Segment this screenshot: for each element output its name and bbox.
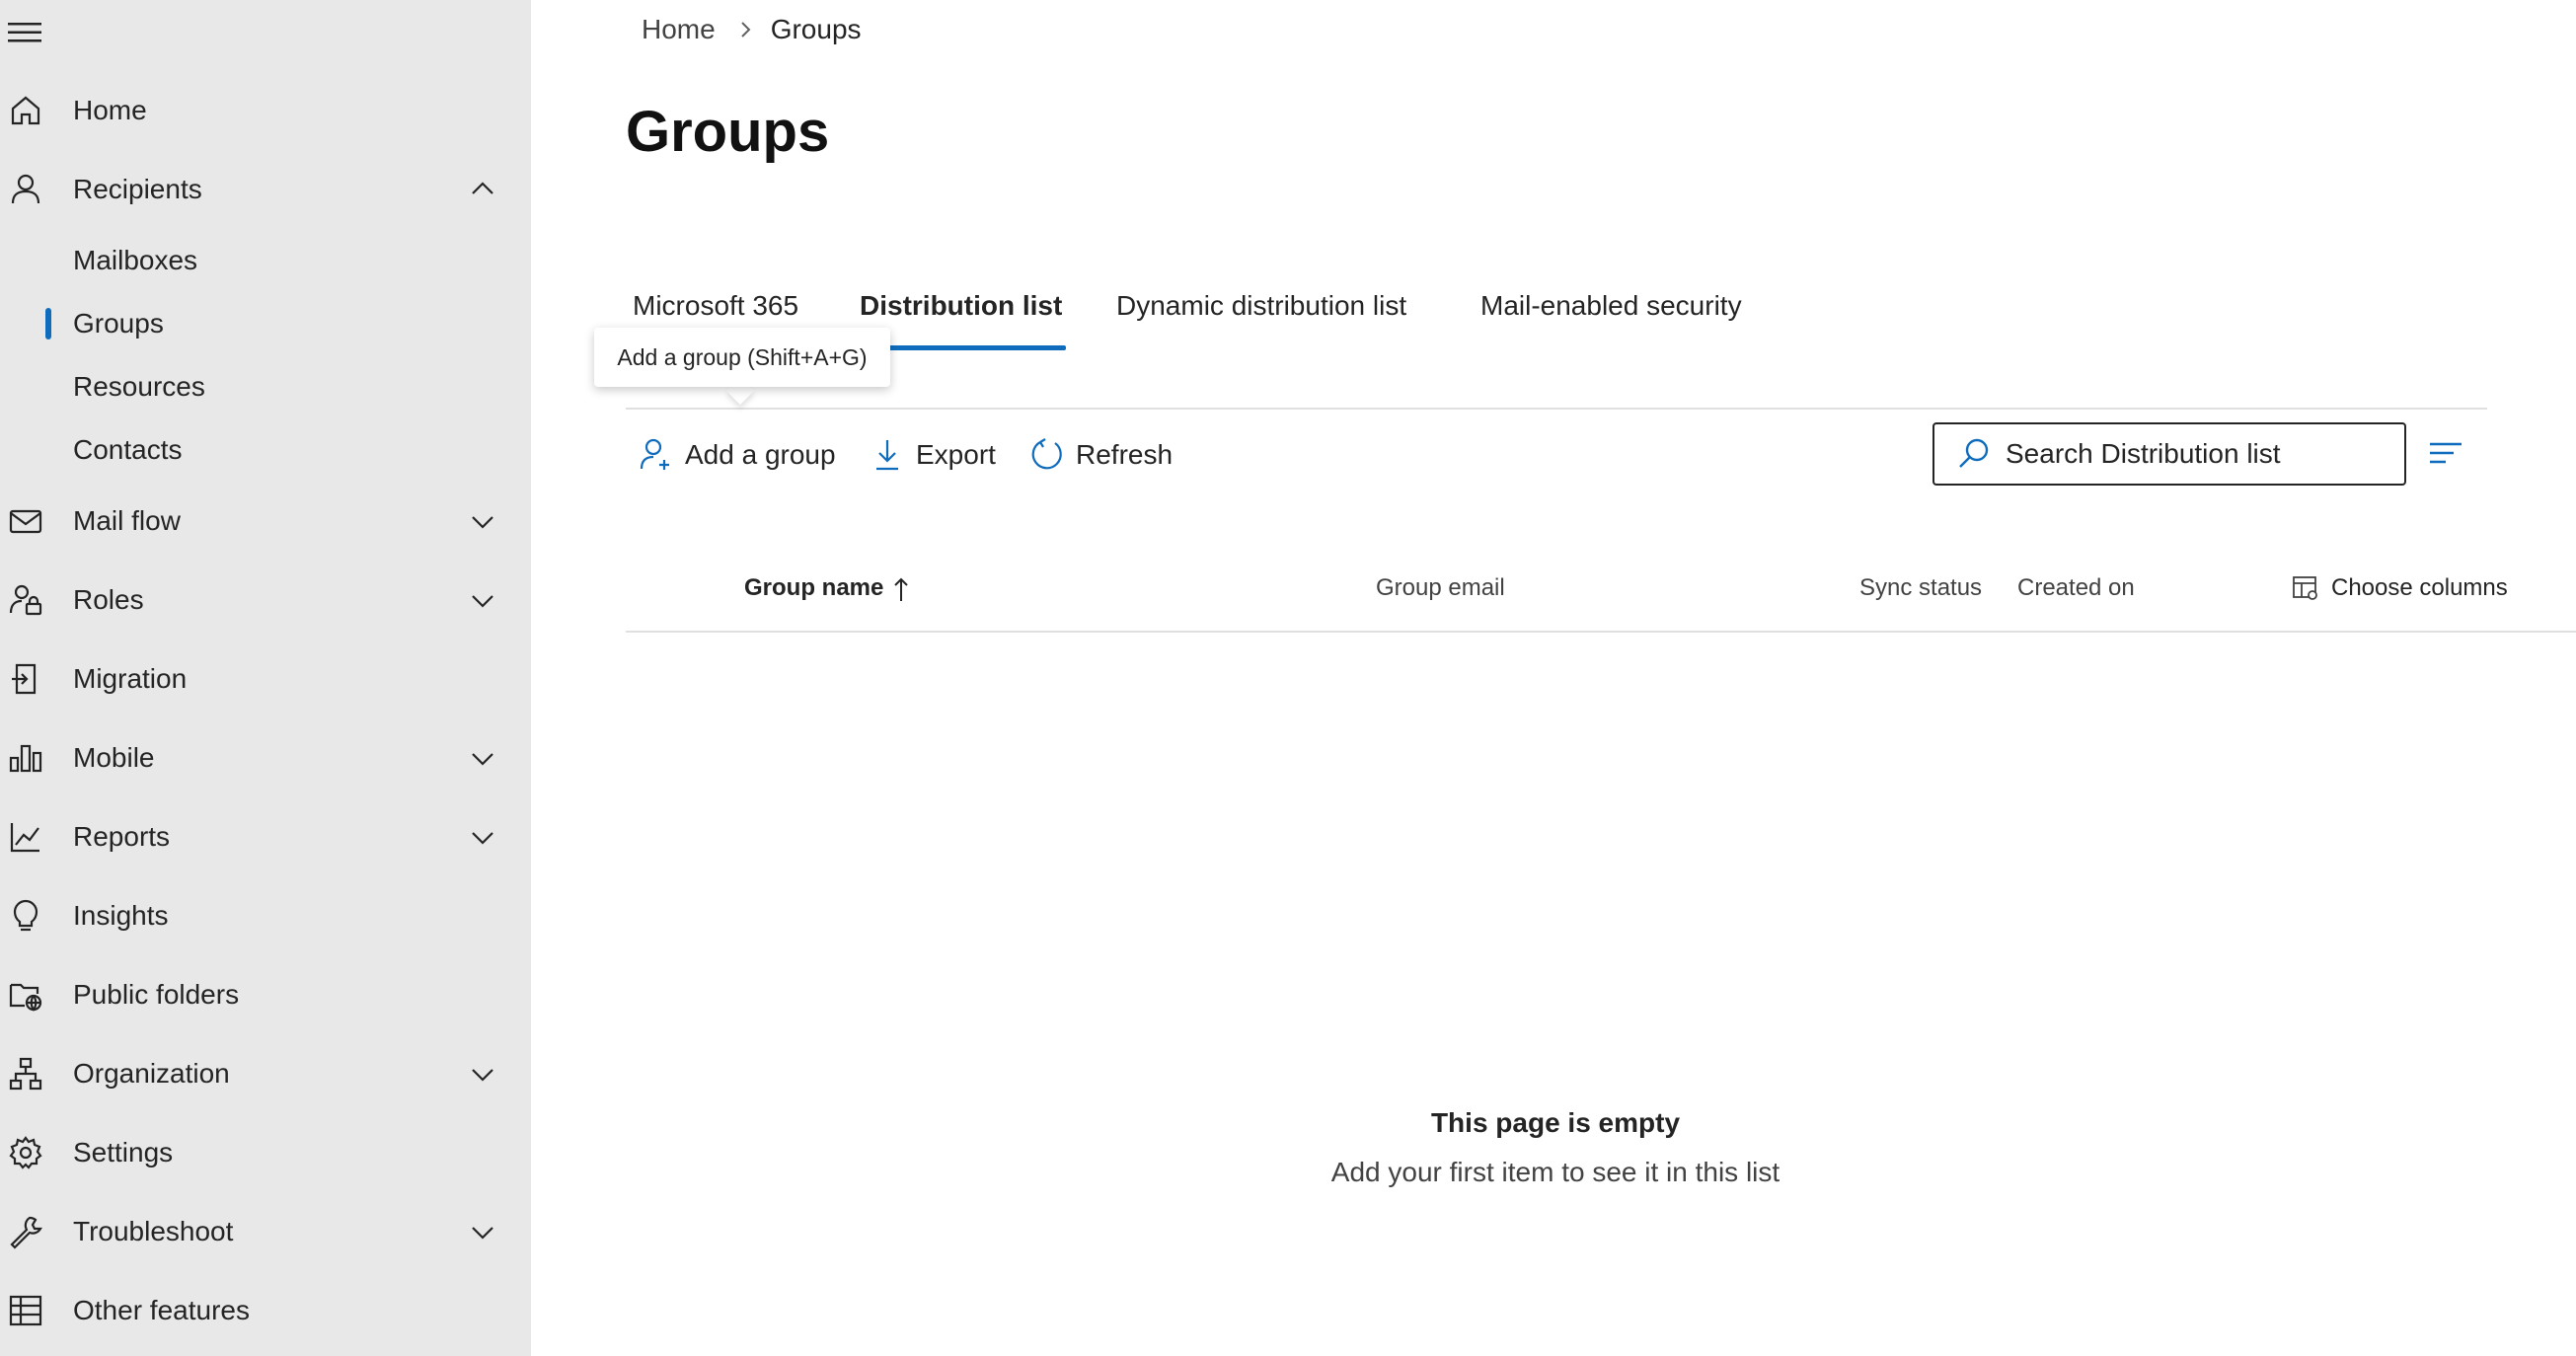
breadcrumb: Home Groups — [642, 14, 862, 45]
add-group-label: Add a group — [685, 439, 836, 470]
sidebar-item-label: Recipients — [73, 174, 202, 204]
grid-icon — [9, 1295, 42, 1326]
sidebar-item-label: Organization — [73, 1058, 230, 1089]
sort-ascending-icon — [894, 577, 909, 601]
mobile-icon — [9, 744, 42, 773]
filter-icon[interactable] — [2426, 434, 2465, 474]
sidebar-item-roles[interactable]: Roles — [0, 568, 531, 632]
column-header-label: Group name — [744, 574, 884, 601]
chevron-up-icon[interactable] — [468, 175, 497, 204]
selected-indicator — [45, 308, 51, 339]
command-bar-divider — [626, 408, 2487, 410]
sidebar-item-public-folders[interactable]: Public folders — [0, 963, 531, 1026]
sidebar-item-insights[interactable]: Insights — [0, 884, 531, 947]
mail-icon — [9, 509, 42, 534]
wrench-icon — [10, 1216, 42, 1249]
sidebar-item-settings[interactable]: Settings — [0, 1121, 531, 1184]
breadcrumb-current: Groups — [770, 14, 862, 44]
tab-mail-enabled-security[interactable]: Mail-enabled security — [1480, 286, 1742, 349]
search-icon — [1959, 438, 1989, 468]
sidebar-item-home[interactable]: Home — [0, 79, 531, 142]
hamburger-menu-icon[interactable] — [8, 18, 41, 47]
column-header-created-on[interactable]: Created on — [2017, 574, 2135, 602]
export-button[interactable]: Export — [869, 430, 996, 480]
sidebar-item-migration[interactable]: Migration — [0, 647, 531, 711]
person-icon — [11, 174, 40, 204]
migration-icon — [12, 663, 37, 695]
sidebar-item-label: Other features — [73, 1295, 250, 1325]
download-icon — [876, 440, 898, 471]
sidebar-subitem-resources[interactable]: Resources — [0, 359, 531, 414]
choose-columns-icon — [2293, 576, 2317, 600]
breadcrumb-home-link[interactable]: Home — [642, 14, 716, 45]
refresh-icon — [1031, 438, 1062, 470]
sidebar-item-label: Mobile — [73, 742, 155, 773]
search-box[interactable] — [1932, 422, 2406, 486]
public-folders-icon — [9, 983, 42, 1012]
search-input[interactable] — [2006, 438, 2381, 470]
sidebar-item-other-features[interactable]: Other features — [0, 1279, 531, 1342]
roles-icon — [9, 584, 42, 616]
sidebar-item-label: Troubleshoot — [73, 1216, 234, 1246]
add-person-icon — [640, 438, 669, 470]
sidebar: Home Recipients Mailboxes Groups Resourc… — [0, 0, 531, 1356]
sidebar-subitem-mailboxes[interactable]: Mailboxes — [0, 233, 531, 288]
lightbulb-icon — [13, 899, 38, 932]
page-title: Groups — [626, 100, 830, 164]
sidebar-item-label: Roles — [73, 584, 144, 615]
column-header-group-name[interactable]: Group name — [744, 574, 911, 603]
add-group-button[interactable]: Add a group — [638, 430, 836, 480]
sidebar-subitem-label: Contacts — [73, 434, 183, 465]
organization-icon — [9, 1057, 42, 1091]
sidebar-item-organization[interactable]: Organization — [0, 1042, 531, 1105]
sidebar-item-label: Reports — [73, 821, 171, 852]
sidebar-item-label: Home — [73, 95, 147, 125]
active-tab-underline — [860, 345, 1067, 350]
sidebar-item-reports[interactable]: Reports — [0, 805, 531, 868]
column-header-group-email[interactable]: Group email — [1376, 574, 1505, 602]
empty-state-title: This page is empty — [1430, 1107, 1681, 1138]
sidebar-subitem-label: Mailboxes — [73, 245, 198, 275]
choose-columns-label: Choose columns — [2331, 574, 2508, 601]
chevron-right-icon — [740, 22, 751, 38]
chevron-down-icon[interactable] — [468, 743, 497, 773]
reports-icon — [10, 823, 39, 853]
choose-columns-button[interactable]: Choose columns — [2292, 574, 2508, 602]
sidebar-subitem-contacts[interactable]: Contacts — [0, 422, 531, 478]
home-icon — [11, 96, 40, 125]
sidebar-subitem-label: Groups — [73, 308, 164, 339]
refresh-label: Refresh — [1076, 439, 1174, 470]
chevron-down-icon[interactable] — [468, 1217, 497, 1246]
chevron-down-icon[interactable] — [468, 506, 497, 536]
column-header-sync-status[interactable]: Sync status — [1859, 574, 1982, 602]
export-label: Export — [916, 439, 996, 470]
table-header-divider — [626, 631, 2576, 633]
chevron-down-icon[interactable] — [468, 585, 497, 615]
empty-state-subtitle: Add your first item to see it in this li… — [1330, 1157, 1780, 1187]
tooltip: Add a group (Shift+A+G) — [594, 328, 890, 387]
tab-dynamic-distribution-list[interactable]: Dynamic distribution list — [1116, 286, 1406, 349]
sidebar-item-troubleshoot[interactable]: Troubleshoot — [0, 1200, 531, 1263]
sidebar-item-label: Mail flow — [73, 505, 181, 536]
tab-label: Distribution list — [860, 290, 1063, 321]
sidebar-item-label: Migration — [73, 663, 188, 694]
sidebar-item-label: Public folders — [73, 979, 240, 1010]
chevron-down-icon[interactable] — [468, 822, 497, 852]
sidebar-item-recipients[interactable]: Recipients — [0, 158, 531, 221]
chevron-down-icon[interactable] — [468, 1059, 497, 1089]
sidebar-subitem-groups[interactable]: Groups — [0, 296, 531, 351]
sidebar-item-mail-flow[interactable]: Mail flow — [0, 490, 531, 553]
sidebar-subitem-label: Resources — [73, 371, 205, 402]
gear-icon — [9, 1136, 42, 1169]
sidebar-item-label: Settings — [73, 1137, 174, 1168]
sidebar-item-label: Insights — [73, 900, 169, 931]
refresh-button[interactable]: Refresh — [1028, 430, 1173, 480]
sidebar-item-mobile[interactable]: Mobile — [0, 726, 531, 790]
